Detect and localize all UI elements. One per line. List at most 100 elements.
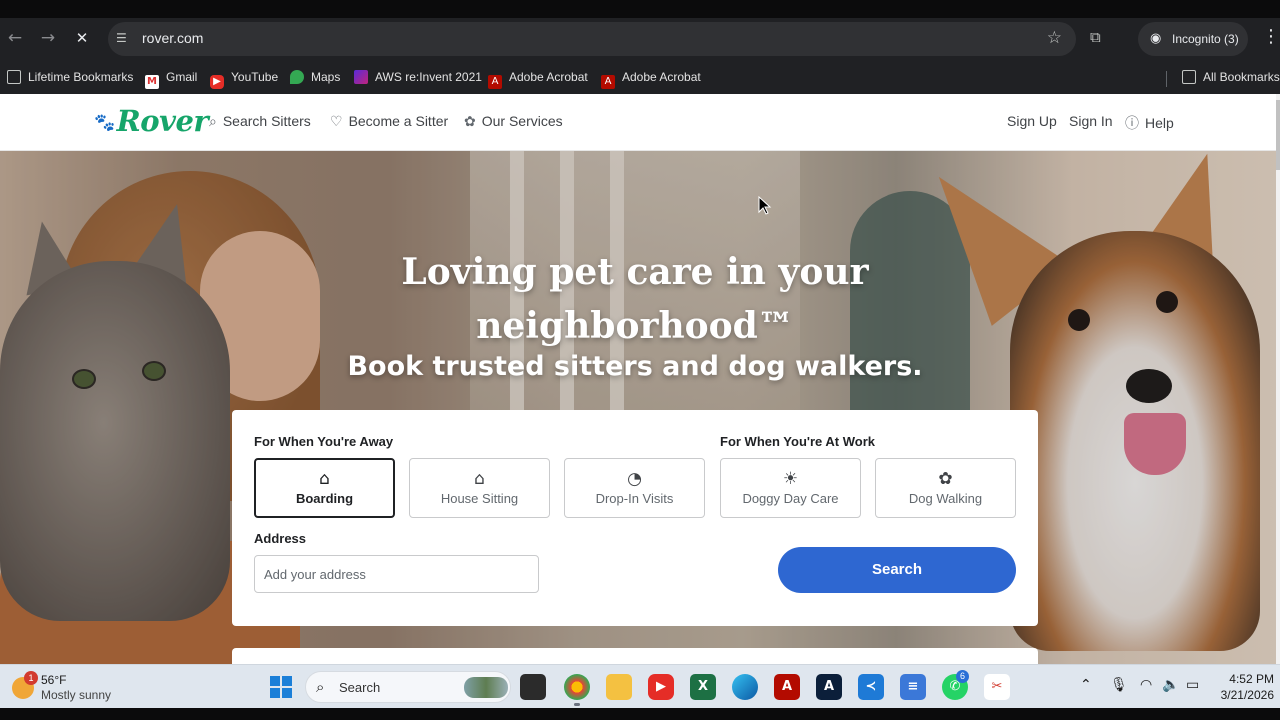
- whatsapp-badge: 6: [956, 670, 969, 683]
- excel-icon[interactable]: X: [690, 674, 716, 700]
- service-label: House Sitting: [440, 491, 519, 506]
- service-label: Drop-In Visits: [595, 491, 674, 506]
- service-label: Boarding: [295, 491, 354, 506]
- battery-icon[interactable]: ▭: [1186, 677, 1199, 693]
- bookmark-item[interactable]: Lifetime Bookmarks: [7, 67, 133, 87]
- bookmark-star-icon[interactable]: ☆: [1047, 28, 1062, 48]
- weather-condition: Mostly sunny: [41, 688, 112, 702]
- page-scrollbar[interactable]: [1276, 94, 1280, 664]
- vscode-icon[interactable]: ≺: [858, 674, 884, 700]
- adobe-acrobat-icon: A: [488, 75, 502, 89]
- bookmark-folder-icon: [7, 70, 21, 84]
- site-header: 🐾Rover ⌕ Search Sitters ♡ Become a Sitter …: [0, 94, 1280, 151]
- incognito-profile-button[interactable]: ◉ Incognito (3): [1138, 22, 1248, 56]
- site-settings-icon[interactable]: ☰: [116, 31, 132, 47]
- edge-icon[interactable]: [732, 674, 758, 700]
- bookmarks-bar: Lifetime Bookmarks M Gmail ▶ YouTube Maps …: [0, 62, 1280, 92]
- search-card: For When You're Away For When You're At …: [232, 410, 1038, 626]
- bookmarks-divider: [1166, 71, 1167, 87]
- address-label: Address: [254, 531, 307, 546]
- weather-widget[interactable]: 1 56°F Mostly sunny: [10, 671, 130, 703]
- url-text[interactable]: rover.com: [142, 30, 203, 46]
- bookmark-item[interactable]: AWS re:Invent 2021: [354, 67, 482, 87]
- nav-search-sitters[interactable]: ⌕ Search Sitters: [209, 113, 311, 130]
- rover-logo[interactable]: 🐾Rover: [94, 104, 209, 138]
- microphone-icon[interactable]: 🎙: [1110, 677, 1128, 693]
- bookmark-label: YouTube: [231, 70, 279, 84]
- search-icon: ⌕: [209, 114, 217, 130]
- all-bookmarks-button[interactable]: All Bookmarks: [1182, 67, 1280, 87]
- chrome-icon[interactable]: [564, 674, 590, 700]
- folder-icon: [1182, 70, 1196, 84]
- boarding-icon: ⌂: [319, 469, 330, 489]
- adobe-acrobat-icon[interactable]: A: [774, 674, 800, 700]
- paw-icon: ✿: [464, 114, 476, 130]
- adobe-acrobat-icon: A: [601, 75, 615, 89]
- away-group-label: For When You're Away: [254, 434, 394, 449]
- tab-search-icon[interactable]: ⧉: [1090, 28, 1110, 48]
- youtube-icon[interactable]: ▶: [648, 674, 674, 700]
- work-group-label: For When You're At Work: [720, 434, 876, 449]
- nav-become-sitter[interactable]: ♡ Become a Sitter: [330, 113, 448, 130]
- service-dog-walking[interactable]: ✿ Dog Walking: [875, 458, 1016, 518]
- gmail-icon: M: [145, 75, 159, 89]
- incognito-label: Incognito (3): [1172, 32, 1239, 46]
- bookmark-label: Lifetime Bookmarks: [28, 70, 134, 84]
- search-button[interactable]: Search: [778, 547, 1016, 593]
- windows-start-icon[interactable]: [270, 676, 292, 698]
- stop-loading-icon[interactable]: ✕: [71, 27, 93, 49]
- back-arrow-icon[interactable]: ←: [4, 27, 26, 49]
- search-highlight-image: [464, 677, 508, 698]
- tray-overflow-icon[interactable]: ⌃: [1080, 677, 1092, 693]
- help-icon: ⓘ: [1125, 116, 1139, 132]
- nav-sign-in[interactable]: Sign In: [1069, 113, 1113, 129]
- web-page: 🐾Rover ⌕ Search Sitters ♡ Become a Sitter …: [0, 94, 1280, 664]
- nav-our-services[interactable]: ✿ Our Services: [464, 113, 563, 130]
- all-bookmarks-label: All Bookmarks: [1203, 70, 1280, 84]
- volume-icon[interactable]: 🔈: [1162, 677, 1179, 693]
- maps-icon: [290, 70, 304, 84]
- service-doggy-day-care[interactable]: ☀ Doggy Day Care: [720, 458, 861, 518]
- snipping-tool-icon[interactable]: ✂: [984, 674, 1010, 700]
- clock-time: 4:52 PM: [1229, 672, 1274, 686]
- youtube-icon: ▶: [210, 75, 224, 89]
- service-drop-in-visits[interactable]: ◔ Drop-In Visits: [564, 458, 705, 518]
- hero-section: Loving pet care in your neighborhood™ Bo…: [0, 151, 1280, 664]
- bookmark-label: Maps: [311, 70, 341, 84]
- taskbar-search[interactable]: ⌕ Search: [305, 671, 511, 703]
- bookmark-item[interactable]: A Adobe Acrobat: [601, 67, 701, 89]
- weather-badge: 1: [24, 671, 38, 685]
- bookmark-label: Adobe Acrobat: [622, 70, 701, 84]
- next-section-card: [232, 648, 1038, 664]
- task-view-icon[interactable]: [520, 674, 546, 700]
- wifi-icon[interactable]: ◠: [1140, 677, 1152, 693]
- address-input[interactable]: [254, 555, 539, 593]
- nav-label: Help: [1145, 115, 1174, 131]
- app-icon[interactable]: A: [816, 674, 842, 700]
- scrollbar-thumb[interactable]: [1276, 100, 1280, 170]
- bookmark-item[interactable]: A Adobe Acrobat: [488, 67, 588, 89]
- dog-walking-icon: ✿: [938, 469, 953, 489]
- bookmark-label: AWS re:Invent 2021: [375, 70, 482, 84]
- nav-label: Our Services: [481, 113, 563, 129]
- bookmark-item[interactable]: M Gmail: [145, 67, 198, 89]
- nav-help[interactable]: ⓘ Help: [1125, 113, 1174, 133]
- address-row: ← → ✕ ☰ rover.com ☆ ⧉ ◉ Incognito (3) ⋮: [0, 18, 1280, 60]
- address-bar[interactable]: ☰ rover.com ☆: [108, 22, 1076, 56]
- windows-taskbar: 1 56°F Mostly sunny ⌕ Search ▶ X A A ≺ ≡…: [0, 664, 1280, 708]
- app-running-indicator: [574, 703, 580, 706]
- browser-menu-icon[interactable]: ⋮: [1262, 26, 1280, 47]
- file-explorer-icon[interactable]: [606, 674, 632, 700]
- forward-arrow-icon[interactable]: →: [37, 27, 59, 49]
- taskbar-clock[interactable]: 4:52 PM 3/21/2026: [1214, 671, 1274, 703]
- notepad-icon[interactable]: ≡: [900, 674, 926, 700]
- service-boarding[interactable]: ⌂ Boarding: [254, 458, 395, 518]
- bookmark-item[interactable]: ▶ YouTube: [210, 67, 279, 89]
- screen-top-strip: [0, 0, 1280, 18]
- bookmark-label: Gmail: [166, 70, 198, 84]
- logo-text: Rover: [116, 104, 209, 138]
- bookmark-item[interactable]: Maps: [290, 67, 340, 87]
- nav-sign-up[interactable]: Sign Up: [1007, 113, 1057, 129]
- service-house-sitting[interactable]: ⌂ House Sitting: [409, 458, 550, 518]
- weather-temp: 56°F: [41, 673, 67, 687]
